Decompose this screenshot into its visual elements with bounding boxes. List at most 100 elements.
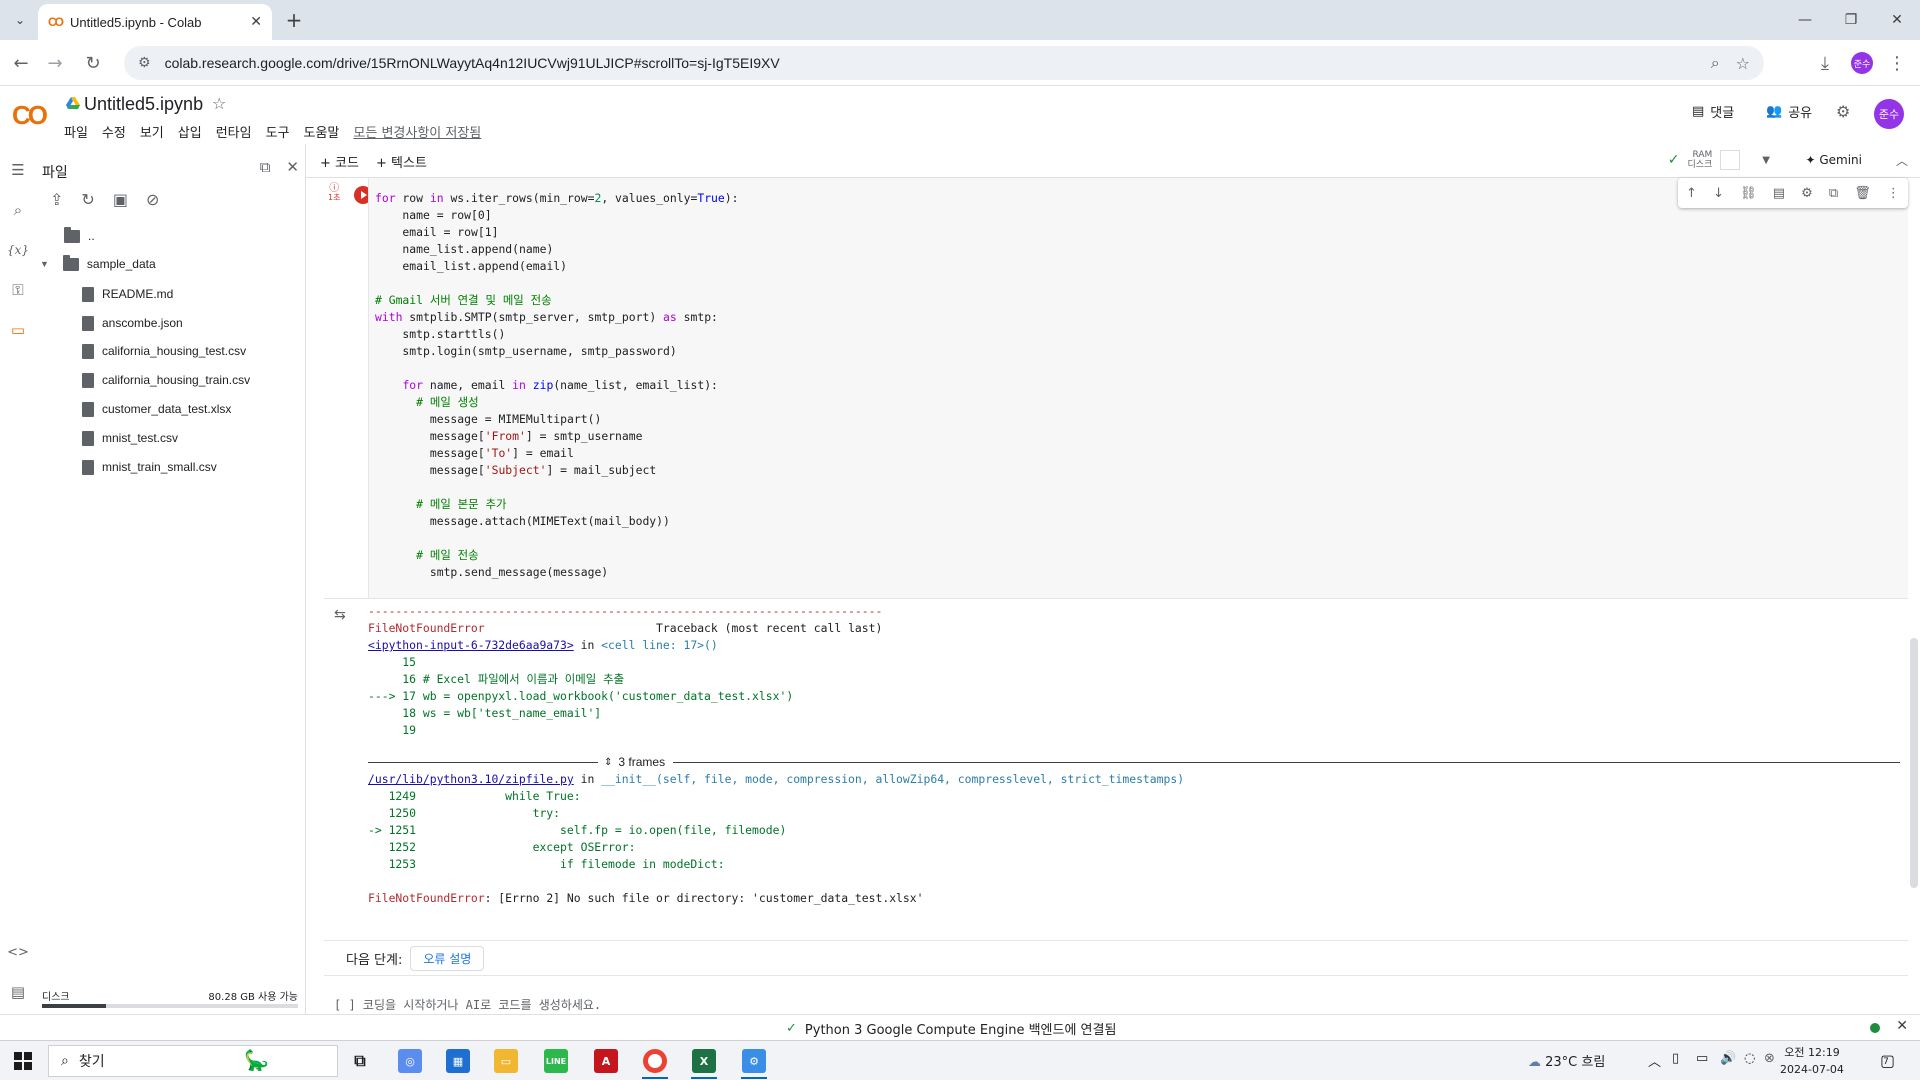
empty-code-cell[interactable]: [ ] 코딩을 시작하거나 AI로 코드를 생성하세요.	[334, 996, 601, 1013]
close-status-icon[interactable]: ✕	[1896, 1018, 1908, 1034]
menu-file[interactable]: 파일	[64, 122, 88, 141]
file-item[interactable]: mnist_train_small.csv	[82, 457, 217, 477]
comments-button[interactable]: ▤ 댓글	[1692, 102, 1734, 121]
search-icon[interactable]: ⌕	[6, 198, 30, 222]
frames-label[interactable]: 3 frames	[618, 755, 665, 769]
parent-directory[interactable]: ..	[64, 226, 95, 246]
upload-file-icon[interactable]: ⇪	[50, 190, 63, 209]
task-view-icon[interactable]: ⧉	[348, 1049, 372, 1073]
forward-arrow-icon[interactable]: →	[42, 50, 68, 76]
move-down-icon[interactable]: ↓	[1713, 186, 1724, 201]
zipfile-link[interactable]: /usr/lib/python3.10/zipfile.py	[368, 772, 574, 786]
browser-profile-avatar[interactable]: 준수	[1851, 52, 1873, 74]
secrets-key-icon[interactable]: ⚿	[6, 278, 30, 302]
table-of-contents-icon[interactable]: ☰	[6, 158, 30, 182]
more-options-icon[interactable]: ⋮	[1887, 186, 1900, 201]
cell-settings-gear-icon[interactable]: ⚙	[1801, 186, 1813, 201]
chrome-icon[interactable]	[643, 1049, 667, 1073]
delete-trash-icon[interactable]: 🗑	[1854, 186, 1871, 201]
taskbar-clock[interactable]: 오전 12:19 2024-07-04	[1780, 1044, 1844, 1078]
notebook-title[interactable]: Untitled5.ipynb	[84, 94, 203, 115]
file-item[interactable]: california_housing_train.csv	[82, 370, 250, 390]
hide-files-icon[interactable]: ⊘	[146, 190, 159, 209]
network-icon[interactable]: ◌	[1744, 1051, 1755, 1066]
variables-icon[interactable]: {x}	[6, 238, 30, 262]
expand-caret-icon[interactable]: ▼	[40, 259, 49, 269]
collapse-header-icon[interactable]: ︿	[1896, 152, 1908, 169]
menu-view[interactable]: 보기	[140, 122, 164, 141]
notification-center-icon[interactable]: ▢7	[1880, 1051, 1901, 1070]
folder-sample-data[interactable]: ▼ sample_data	[40, 254, 156, 274]
tab-search-chevron-icon[interactable]: ⌄	[8, 8, 32, 32]
tab-close-icon[interactable]: ✕	[250, 14, 262, 30]
refresh-icon[interactable]: ↻	[81, 190, 94, 209]
new-tab-button[interactable]: +	[282, 8, 306, 32]
app-icon[interactable]: ⚙	[742, 1049, 766, 1073]
zoom-icon[interactable]: ⌕	[1711, 53, 1720, 73]
menu-insert[interactable]: 삽입	[178, 122, 202, 141]
store-icon[interactable]: ▦	[446, 1049, 470, 1073]
mirror-cell-icon[interactable]: ⧉	[1829, 186, 1838, 201]
restore-button[interactable]: ❐	[1828, 0, 1874, 40]
star-notebook-icon[interactable]: ☆	[212, 94, 226, 113]
settings-gear-icon[interactable]: ⚙	[1836, 102, 1850, 121]
code-editor[interactable]: for row in ws.iter_rows(min_row=2, value…	[368, 178, 1908, 598]
runtime-dropdown-icon[interactable]: ▼	[1762, 155, 1770, 166]
back-arrow-icon[interactable]: ←	[8, 50, 34, 76]
weather-widget[interactable]: ☁ 23°C 흐림	[1528, 1051, 1605, 1070]
acrobat-icon[interactable]: A	[594, 1049, 618, 1073]
move-up-icon[interactable]: ↑	[1686, 186, 1697, 201]
add-code-button[interactable]: + 코드	[320, 152, 359, 171]
minimize-button[interactable]: —	[1782, 0, 1828, 40]
terminal-icon[interactable]: ▤	[6, 980, 30, 1004]
windows-start-icon[interactable]	[14, 1052, 32, 1070]
file-item[interactable]: anscombe.json	[82, 313, 183, 333]
file-item[interactable]: customer_data_test.xlsx	[82, 399, 231, 419]
collapsed-frames-toggle[interactable]: ⇕ 3 frames	[368, 755, 1900, 769]
address-bar[interactable]: ⚙ colab.research.google.com/drive/15RrnO…	[124, 46, 1764, 80]
volume-icon[interactable]: 🔊	[1720, 1051, 1736, 1066]
files-folder-icon[interactable]: ▭	[6, 318, 30, 342]
close-panel-icon[interactable]: ✕	[286, 158, 299, 176]
menu-tools[interactable]: 도구	[266, 122, 290, 141]
blocked-icon[interactable]: ⊗	[1764, 1051, 1775, 1066]
window-close-button[interactable]: ✕	[1874, 0, 1920, 40]
ipython-input-link[interactable]: <ipython-input-6-732de6aa9a73>	[368, 638, 574, 652]
url-text[interactable]: colab.research.google.com/drive/15RrnONL…	[165, 55, 1695, 71]
explain-error-button[interactable]: 오류 설명	[410, 945, 485, 971]
code-snippets-icon[interactable]: <>	[6, 940, 30, 964]
colab-profile-avatar[interactable]: 준수	[1874, 99, 1904, 129]
menu-help[interactable]: 도움말	[304, 122, 340, 141]
file-explorer-icon[interactable]: ▭	[494, 1049, 518, 1073]
taskbar-search[interactable]: ⌕ 찾기 🦕	[48, 1045, 338, 1077]
gemini-button[interactable]: ✦ Gemini	[1805, 153, 1862, 167]
menu-edit[interactable]: 수정	[102, 122, 126, 141]
link-icon[interactable]: ⛓	[1740, 186, 1757, 201]
add-text-button[interactable]: + 텍스트	[376, 152, 427, 171]
device-icon[interactable]: ▯	[1672, 1051, 1679, 1066]
mount-drive-icon[interactable]: ▣	[113, 190, 128, 209]
file-item[interactable]: mnist_test.csv	[82, 428, 178, 448]
comment-icon[interactable]: ▤	[1773, 186, 1785, 201]
site-info-icon[interactable]: ⚙	[138, 55, 151, 71]
bookmark-star-icon[interactable]: ☆	[1736, 54, 1750, 73]
output-actions-icon[interactable]: ⇆	[334, 607, 346, 623]
browser-tab-active[interactable]: CO Untitled5.ipynb - Colab ✕	[38, 4, 272, 40]
resource-indicator[interactable]: ✓ RAM 디스크 ▼	[1668, 150, 1770, 170]
excel-icon[interactable]: X	[692, 1049, 716, 1073]
line-messenger-icon[interactable]: LINE	[544, 1049, 568, 1073]
runtime-status[interactable]: ✓ Python 3 Google Compute Engine 백엔드에 연결…	[786, 1019, 1116, 1038]
code-text[interactable]: for row in ws.iter_rows(min_row=2, value…	[375, 190, 1908, 581]
menu-runtime[interactable]: 런타임	[216, 122, 252, 141]
show-hidden-icons-icon[interactable]: ︿	[1648, 1051, 1661, 1070]
file-item[interactable]: README.md	[82, 284, 173, 304]
share-button[interactable]: 👥 공유	[1766, 102, 1812, 121]
app-icon[interactable]: ◎	[398, 1049, 422, 1073]
reload-icon[interactable]: ↻	[80, 50, 106, 76]
save-status[interactable]: 모든 변경사항이 저장됨	[353, 122, 481, 141]
battery-icon[interactable]: ▭	[1696, 1051, 1708, 1066]
colab-logo[interactable]: CO	[12, 100, 48, 131]
open-in-tab-icon[interactable]: ⧉	[260, 158, 271, 176]
browser-menu-icon[interactable]: ⋮	[1884, 50, 1910, 76]
expand-frames-icon[interactable]: ⇕	[604, 757, 612, 768]
